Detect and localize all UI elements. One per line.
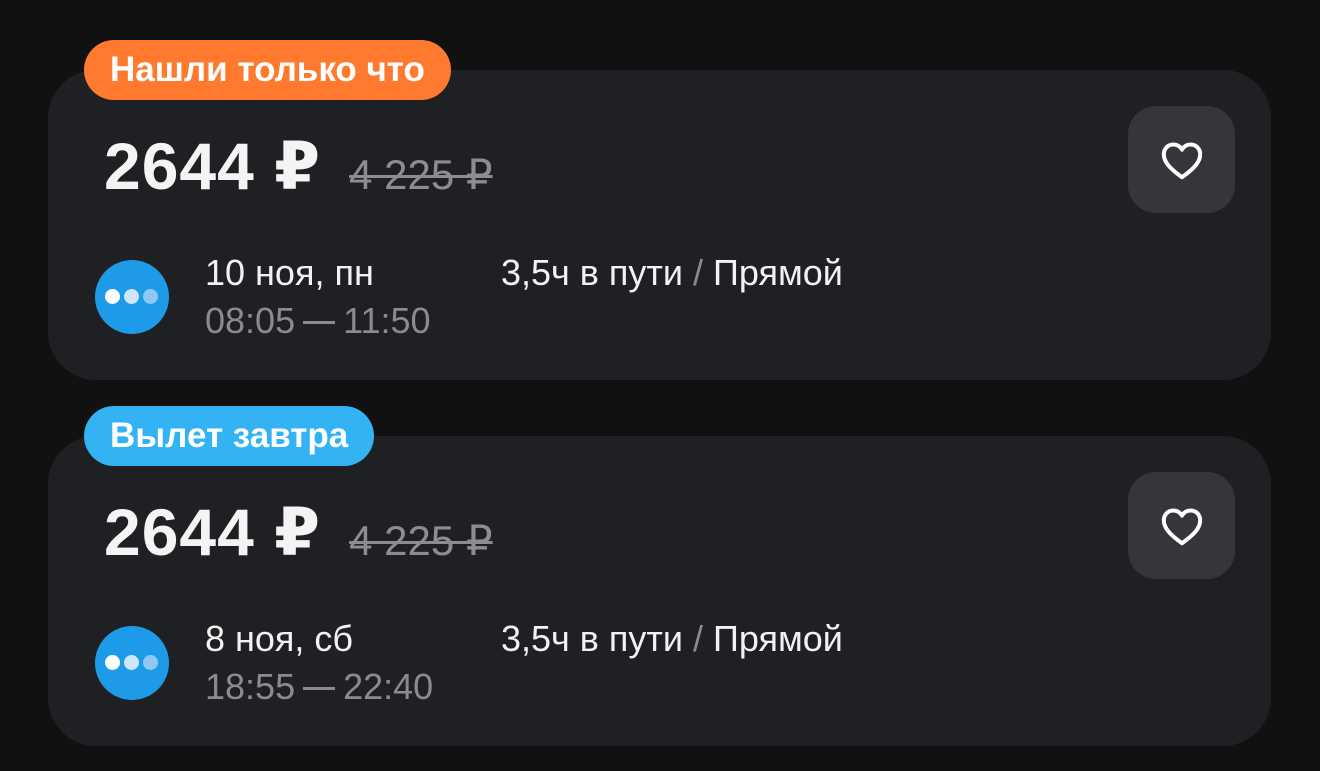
ticket-card[interactable]: 2644 ₽ 4 225 ₽ 8 ноя, сб 18:55 22:40 3,5… — [48, 436, 1271, 746]
flight-duration: 3,5ч в пути — [501, 252, 684, 293]
current-price: 2644 ₽ — [104, 129, 322, 203]
flight-date: 8 ноя, сб — [205, 618, 354, 659]
old-price: 4 225 ₽ — [349, 151, 493, 198]
airline-logo — [95, 626, 169, 700]
badge-tomorrow: Вылет завтра — [84, 406, 375, 466]
favorite-button[interactable] — [1128, 106, 1235, 213]
favorite-button[interactable] — [1128, 472, 1235, 579]
arrival-time: 11:50 — [343, 300, 431, 341]
heart-outline-icon — [1161, 142, 1202, 179]
arrival-time: 22:40 — [343, 666, 434, 707]
route-info: 3,5ч в пути / Прямой — [501, 618, 843, 660]
logo-dot — [124, 655, 139, 670]
flight-type: Прямой — [713, 252, 843, 293]
route-separator: / — [693, 252, 704, 293]
heart-outline-icon — [1161, 508, 1202, 545]
flight-times: 18:55 22:40 — [205, 666, 433, 708]
airline-logo — [95, 260, 169, 334]
time-dash — [303, 320, 336, 324]
current-price: 2644 ₽ — [104, 495, 322, 569]
price-block: 2644 ₽ 4 225 ₽ — [104, 128, 493, 205]
departure-time: 08:05 — [205, 300, 296, 341]
badge-new: Нашли только что — [84, 40, 451, 100]
logo-dot — [105, 655, 120, 670]
logo-dot — [105, 289, 120, 304]
logo-dot — [143, 289, 158, 304]
flight-times: 08:05 11:50 — [205, 300, 431, 342]
route-separator: / — [693, 618, 704, 659]
flight-date: 10 ноя, пн — [205, 252, 374, 293]
ticket-card[interactable]: 2644 ₽ 4 225 ₽ 10 ноя, пн 08:05 11:50 3,… — [48, 70, 1271, 380]
old-price: 4 225 ₽ — [349, 517, 493, 564]
logo-dot — [143, 655, 158, 670]
flight-type: Прямой — [713, 618, 843, 659]
departure-time: 18:55 — [205, 666, 296, 707]
price-block: 2644 ₽ 4 225 ₽ — [104, 494, 493, 571]
route-info: 3,5ч в пути / Прямой — [501, 252, 843, 294]
time-dash — [303, 686, 336, 690]
logo-dot — [124, 289, 139, 304]
flight-duration: 3,5ч в пути — [501, 618, 684, 659]
